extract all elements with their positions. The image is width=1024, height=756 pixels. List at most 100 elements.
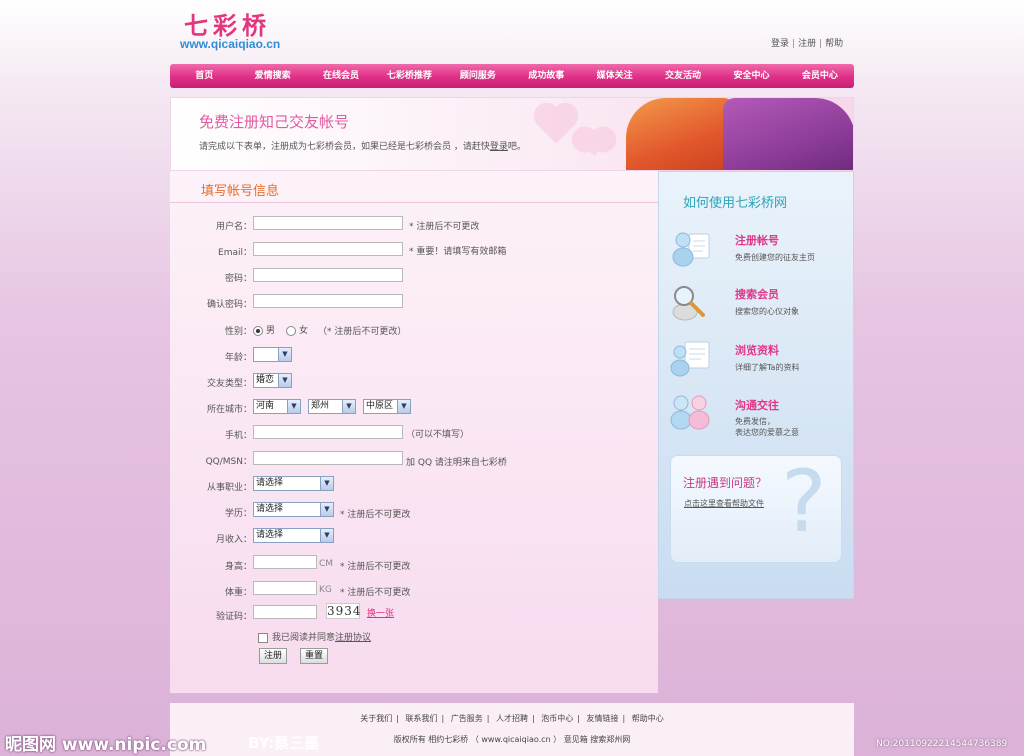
- mobile-label: 手机：: [224, 431, 252, 441]
- city-label: 所在城市：: [206, 405, 252, 415]
- city-select[interactable]: 郑州 ▼: [308, 399, 356, 414]
- age-label: 年龄：: [224, 353, 252, 363]
- register-button[interactable]: 注册: [259, 648, 287, 664]
- footer-link-contact[interactable]: 联系我们: [406, 714, 438, 723]
- registration-help-title: 注册遇到问题？: [683, 476, 768, 490]
- male-radio[interactable]: [253, 325, 263, 336]
- captcha-input[interactable]: [253, 605, 317, 619]
- site-logo[interactable]: 七彩桥: [184, 6, 271, 41]
- nav-item-member-center[interactable]: 会员中心: [786, 64, 854, 88]
- nav-item-home[interactable]: 首页: [170, 64, 238, 88]
- female-label: 女: [299, 326, 309, 336]
- banner-desc-suffix: 吧。: [507, 142, 526, 152]
- dating-type-value: 婚恋: [256, 375, 275, 385]
- nav-item-events[interactable]: 交友活动: [649, 64, 717, 88]
- province-value: 河南: [256, 401, 275, 411]
- qq-input[interactable]: [253, 451, 403, 465]
- couple-photo-man: [723, 98, 853, 170]
- help-file-link[interactable]: 点击这里查看帮助文件: [684, 498, 764, 509]
- form-heading: 填写帐号信息: [201, 184, 280, 199]
- confirm-password-input[interactable]: [253, 294, 403, 308]
- district-select[interactable]: 中原区 ▼: [363, 399, 411, 414]
- qq-label: QQ/MSN：: [205, 457, 252, 467]
- agreement-link[interactable]: 注册协议: [335, 633, 371, 643]
- height-input[interactable]: [253, 555, 317, 569]
- email-input[interactable]: [253, 242, 403, 256]
- nav-item-safety[interactable]: 安全中心: [717, 64, 785, 88]
- step-browse-title[interactable]: 浏览资料: [735, 342, 779, 358]
- captcha-refresh-link[interactable]: 换一张: [367, 606, 394, 619]
- watermark-id: NO:20110922214544736389: [876, 739, 1008, 749]
- income-select[interactable]: 请选择 ▼: [253, 528, 334, 543]
- job-value: 请选择: [256, 478, 284, 488]
- footer-link-about[interactable]: 关于我们: [360, 714, 392, 723]
- step-register-title[interactable]: 注册帐号: [735, 232, 779, 248]
- income-value: 请选择: [256, 530, 284, 540]
- chevron-down-icon: ▼: [320, 503, 333, 516]
- nav-item-love-search[interactable]: 爱情搜索: [238, 64, 306, 88]
- weight-note: * 注册后不可更改: [340, 588, 411, 598]
- banner-login-link[interactable]: 登录: [490, 142, 508, 152]
- banner-title: 免费注册知己交友帐号: [199, 113, 350, 131]
- weight-input[interactable]: [253, 581, 317, 595]
- city-value: 郑州: [311, 401, 330, 411]
- form-divider: [170, 202, 658, 203]
- education-select[interactable]: 请选择 ▼: [253, 502, 334, 517]
- height-note: * 注册后不可更改: [340, 562, 411, 572]
- help-link[interactable]: 帮助: [825, 39, 843, 49]
- nav-item-success-stories[interactable]: 成功故事: [512, 64, 580, 88]
- login-link[interactable]: 登录: [771, 39, 789, 49]
- province-select[interactable]: 河南 ▼: [253, 399, 301, 414]
- agreement-checkbox[interactable]: [258, 632, 268, 643]
- nav-item-media[interactable]: 媒体关注: [580, 64, 648, 88]
- weight-label: 体重：: [224, 588, 252, 598]
- site-url: www.qicaiqiao.cn: [180, 37, 281, 51]
- watermark-author: BY:蔡三墨: [248, 734, 320, 752]
- footer-link-jobs[interactable]: 人才招聘: [496, 714, 528, 723]
- chevron-down-icon: ▼: [397, 400, 410, 413]
- browse-profile-icon: [670, 341, 710, 377]
- weight-unit: KG: [319, 585, 332, 595]
- footer-link-ads[interactable]: 广告服务: [451, 714, 483, 723]
- username-note: * 注册后不可更改: [409, 222, 480, 232]
- couple-photo-woman: [626, 98, 734, 170]
- question-mark-icon: ?: [781, 452, 827, 552]
- chevron-down-icon: ▼: [320, 529, 333, 542]
- register-link[interactable]: 注册: [798, 39, 816, 49]
- footer-link-friends[interactable]: 友情链接: [587, 714, 619, 723]
- email-note: * 重要！请填写有效邮箱: [409, 247, 507, 257]
- communicate-icon: [670, 395, 710, 430]
- dating-type-select[interactable]: 婚恋 ▼: [253, 373, 292, 388]
- captcha-image: 3934: [326, 603, 362, 619]
- step-search-title[interactable]: 搜索会员: [735, 286, 779, 302]
- footer-link-help[interactable]: 帮助中心: [632, 714, 664, 723]
- nav-item-recommend[interactable]: 七彩桥推荐: [375, 64, 443, 88]
- nav-item-online-members[interactable]: 在线会员: [307, 64, 375, 88]
- password-input[interactable]: [253, 268, 403, 282]
- username-label: 用户名：: [215, 222, 252, 232]
- register-account-icon: [672, 232, 710, 267]
- help-title: 如何使用七彩桥网: [683, 196, 788, 211]
- step-communicate-title[interactable]: 沟通交往: [735, 397, 779, 413]
- footer-link-coins[interactable]: 泡币中心: [541, 714, 573, 723]
- username-input[interactable]: [253, 216, 403, 230]
- mobile-input[interactable]: [253, 425, 403, 439]
- gender-female-option[interactable]: 女: [286, 323, 308, 336]
- search-icon: [672, 286, 705, 321]
- email-label: Email：: [218, 248, 252, 258]
- main-nav: 首页 爱情搜索 在线会员 七彩桥推荐 顾问服务 成功故事 媒体关注 交友活动 安…: [170, 64, 854, 88]
- gender-male-option[interactable]: 男: [253, 323, 275, 336]
- heart-decoration: [537, 106, 575, 144]
- chevron-down-icon: ▼: [278, 374, 291, 387]
- nav-item-consultant[interactable]: 顾问服务: [444, 64, 512, 88]
- job-select[interactable]: 请选择 ▼: [253, 476, 334, 491]
- district-value: 中原区: [366, 401, 394, 411]
- age-select[interactable]: ▼: [253, 347, 292, 362]
- height-unit: CM: [319, 559, 334, 569]
- job-label: 从事职业：: [206, 483, 252, 493]
- female-radio[interactable]: [286, 325, 296, 336]
- reset-button[interactable]: 重置: [300, 648, 328, 664]
- captcha-label: 验证码：: [215, 612, 252, 622]
- password-label: 密码：: [224, 274, 252, 284]
- chevron-down-icon: ▼: [320, 477, 333, 490]
